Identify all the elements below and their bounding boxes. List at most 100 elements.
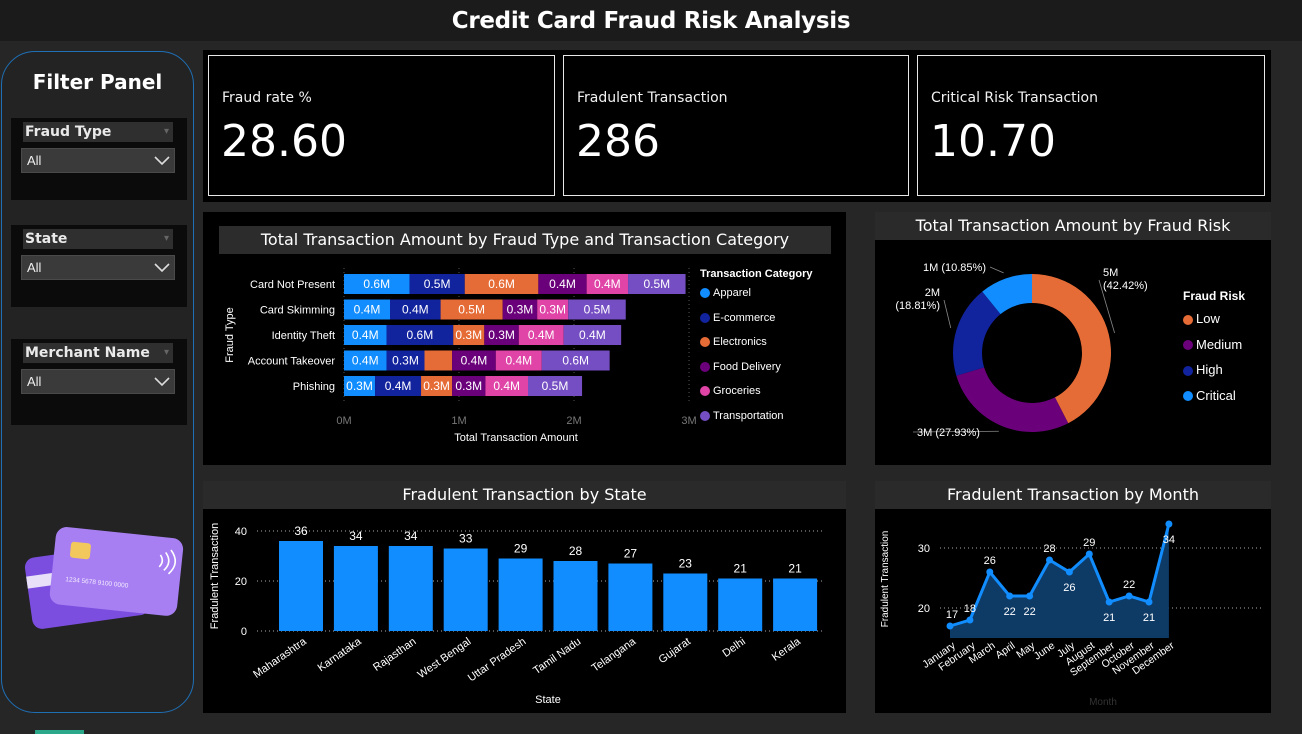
legend-item[interactable]: Apparel (700, 287, 812, 312)
y-tick-label: Account Takeover (248, 356, 336, 368)
kpi-label: Critical Risk Transaction (931, 90, 1098, 106)
donut-slice (1032, 274, 1111, 424)
y-tick-label: 0 (241, 626, 247, 638)
x-axis-title: Month (1089, 697, 1117, 708)
data-label: 36 (294, 524, 308, 538)
state-label: State (25, 231, 68, 247)
kpi-card-critical-risk: Critical Risk Transaction 10.70 (917, 55, 1265, 196)
page-title: Credit Card Fraud Risk Analysis (451, 7, 851, 34)
legend-item[interactable]: Transportation (700, 410, 812, 435)
data-point (966, 616, 974, 624)
data-label: 0.4M (352, 354, 379, 368)
chevron-down-icon (154, 263, 170, 273)
state-bar-plot: 0 20 40 36 Maharashtra 34 Karnataka 34 Rajasthan… (209, 523, 823, 706)
legend-label: Electronics (713, 336, 767, 348)
data-label: 0.4M (352, 328, 379, 342)
data-point (1105, 598, 1113, 606)
y-axis-title: Fradulent Transaction (880, 531, 891, 628)
data-label: 21 (788, 562, 802, 576)
data-label: 0.4M (493, 379, 520, 393)
legend-item[interactable]: Medium (1183, 337, 1245, 363)
legend-item[interactable]: High (1183, 362, 1245, 388)
legend-label: Transportation (713, 409, 784, 422)
data-label: 23 (679, 557, 693, 571)
y-tick-label: Identity Theft (272, 330, 335, 342)
y-tick-label: 20 (918, 603, 930, 615)
data-label: 34 (349, 529, 363, 543)
legend-label: Food Delivery (713, 360, 781, 373)
bar (333, 546, 378, 631)
data-point (946, 622, 954, 630)
bar (773, 578, 818, 631)
fraud-risk-donut-chart: Total Transaction Amount by Fraud Risk 5… (875, 212, 1271, 465)
legend-marker (1183, 340, 1193, 351)
data-label: 0.3M (455, 379, 482, 393)
data-point (986, 568, 994, 576)
data-point (1026, 592, 1034, 600)
kpi-label: Fraud rate % (222, 90, 312, 106)
legend-marker (700, 312, 710, 323)
legend-marker (1183, 391, 1193, 402)
legend-item[interactable]: Electronics (700, 336, 812, 361)
fraud-type-label: Fraud Type (25, 124, 112, 140)
legend-title: Fraud Risk (1183, 289, 1246, 303)
data-label: 18 (964, 603, 976, 615)
data-label: 0.6M (407, 328, 434, 342)
x-tick-label: Kerala (770, 635, 804, 664)
slice-label: 5M (1103, 267, 1118, 279)
data-label: 0.6M (488, 277, 515, 291)
slice-label: (42.42%) (1103, 280, 1148, 292)
data-label: 28 (1043, 543, 1055, 555)
legend-item[interactable]: E-commerce (700, 312, 812, 337)
kpi-value: 10.70 (930, 116, 1056, 167)
x-tick-label: 2M (566, 415, 581, 427)
legend-item[interactable]: Groceries (700, 385, 812, 410)
legend-label: Groceries (713, 385, 761, 397)
data-label: 0.3M (346, 379, 373, 393)
data-point (1065, 568, 1073, 576)
data-label: 28 (569, 544, 583, 558)
legend-item[interactable]: Critical (1183, 388, 1245, 414)
data-label: 0.4M (579, 328, 606, 342)
data-label: 0.3M (488, 328, 515, 342)
slice-label: (18.81%) (895, 300, 940, 312)
legend-item[interactable]: Low (1183, 311, 1245, 337)
x-tick-label: 1M (451, 415, 466, 427)
state-bar-chart: Fradulent Transaction by State 0 20 40 36 Ma… (203, 481, 846, 713)
slice-label: 3M (27.93%) (917, 427, 980, 439)
month-area-chart: Fradulent Transaction by Month 20 30 17 Jan… (875, 481, 1271, 713)
fraud-type-dropdown[interactable]: All (21, 148, 175, 173)
state-dropdown[interactable]: All (21, 255, 175, 280)
legend-item[interactable]: Food Delivery (700, 361, 812, 386)
y-axis-title: Fradulent Transaction (209, 523, 221, 629)
data-label: 0.5M (643, 277, 670, 291)
bar (718, 578, 763, 631)
legend-marker (700, 337, 710, 348)
x-tick-label: Delhi (720, 636, 747, 660)
legend-marker (1183, 365, 1193, 376)
data-label: 0.4M (461, 354, 488, 368)
data-label: 22 (1004, 606, 1016, 618)
y-tick-label: 20 (235, 576, 247, 588)
legend-marker (700, 410, 710, 421)
data-point (1085, 550, 1093, 558)
legend-title: Transaction Category (700, 268, 813, 280)
data-label: 22 (1023, 606, 1035, 618)
leader-line (943, 299, 952, 329)
merchant-name-dropdown[interactable]: All (21, 369, 175, 394)
data-label: 0.4M (505, 354, 532, 368)
filter-panel: Filter Panel Fraud Type ▾ All State ▾ All … (1, 51, 194, 713)
data-label: 0.3M (507, 303, 534, 317)
x-tick-label: Tamil Nadu (531, 636, 583, 677)
data-label: 0.5M (542, 379, 569, 393)
slice-label: 2M (925, 287, 940, 299)
data-label: 0.6M (363, 277, 390, 291)
fraud-type-slicer: Fraud Type ▾ All (11, 118, 187, 200)
x-tick-label: Rajasthan (371, 636, 418, 674)
data-label: 0.4M (528, 328, 555, 342)
legend-marker (1183, 314, 1193, 325)
data-label: 21 (734, 562, 748, 576)
x-tick-label: 3M (681, 415, 696, 427)
chevron-down-icon: ▾ (163, 347, 169, 358)
state-value: All (27, 260, 42, 275)
